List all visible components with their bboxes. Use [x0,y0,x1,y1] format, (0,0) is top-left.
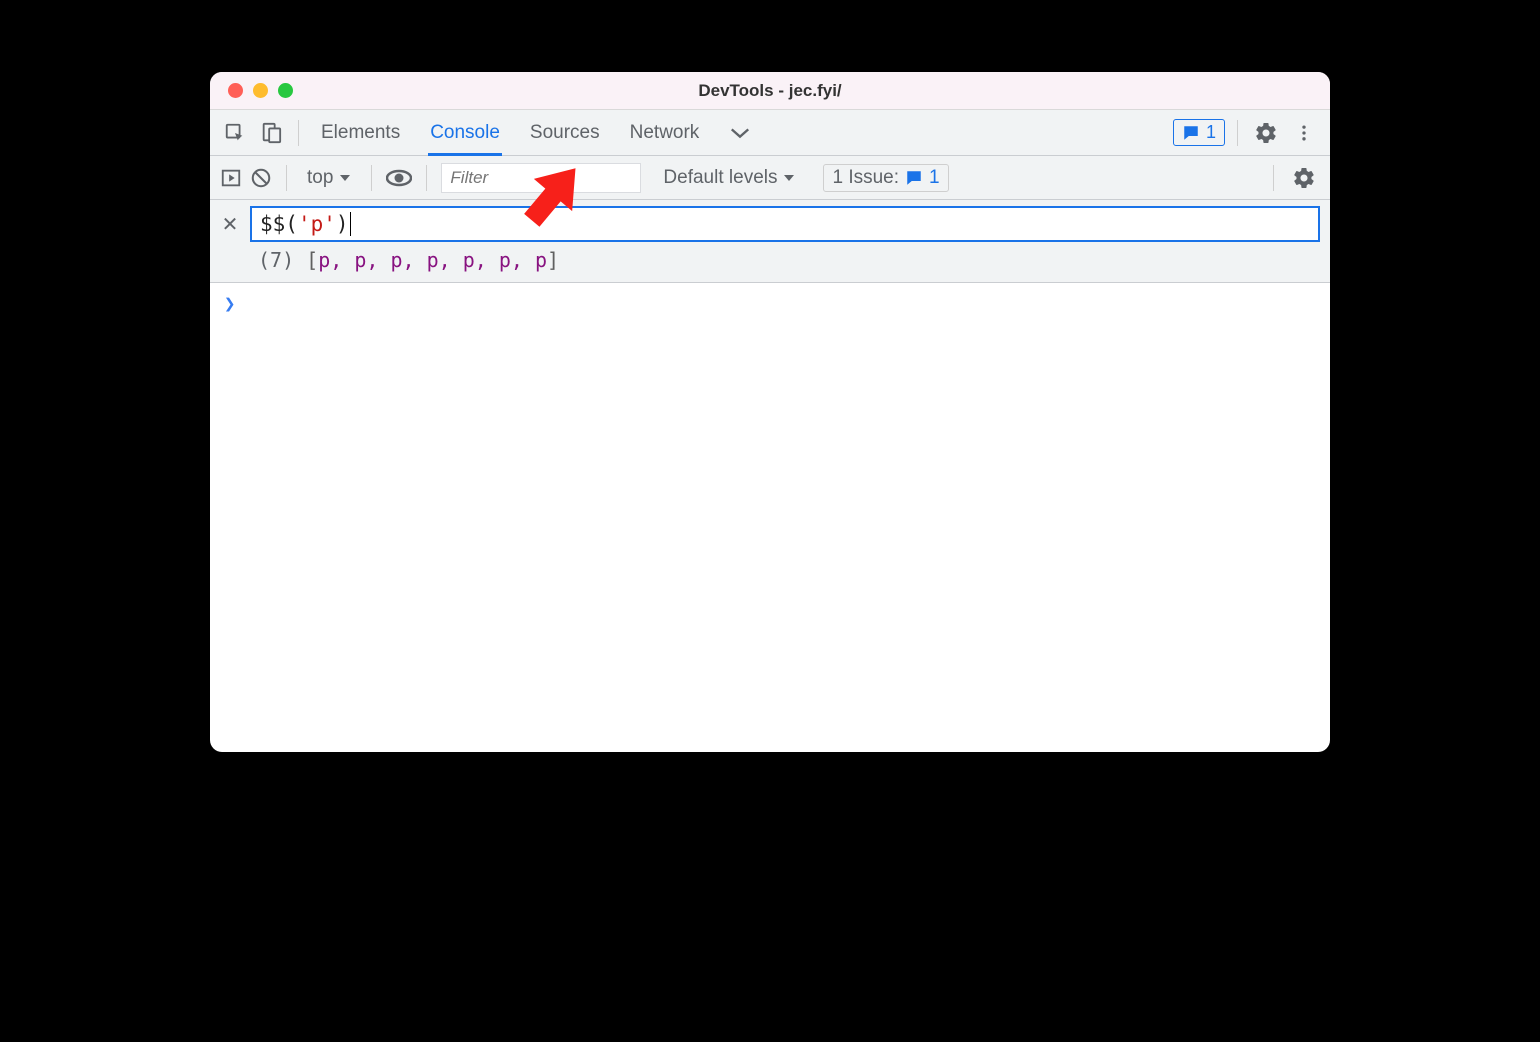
console-toolbar: top Default levels 1 Issue: 1 [210,156,1330,200]
code-fn-close: ) [336,212,349,236]
context-selector[interactable]: top [301,165,357,191]
feedback-icon [905,169,923,187]
traffic-lights [210,83,293,98]
result-items: p, p, p, p, p, p, p [318,248,547,272]
result-close: ] [547,248,559,272]
annotation-arrow-icon [508,150,598,240]
console-settings-icon[interactable] [1288,162,1320,194]
eager-eval-area: ✕ $$('p') (7) [p, p, p, p, p, p, p] [210,200,1330,283]
minimize-window-button[interactable] [253,83,268,98]
maximize-window-button[interactable] [278,83,293,98]
issues-count: 1 [929,167,940,189]
tab-sources[interactable]: Sources [530,110,600,155]
code-fn-open: $$( [260,212,298,236]
devtools-window: DevTools - jec.fyi/ Elements Console Sou… [210,72,1330,752]
window-title: DevTools - jec.fyi/ [210,81,1330,101]
divider [286,165,287,191]
code-string: 'p' [298,212,336,236]
issues-label: 1 Issue: [832,167,899,189]
divider [1237,120,1238,146]
tab-console[interactable]: Console [430,110,500,155]
eager-eval-result: (7) [p, p, p, p, p, p, p] [258,248,1320,272]
feedback-badge[interactable]: 1 [1173,119,1225,146]
live-expression-icon[interactable] [386,168,412,188]
chevron-down-icon [783,173,795,183]
main-toolbar: Elements Console Sources Network 1 [210,110,1330,156]
titlebar: DevTools - jec.fyi/ [210,72,1330,110]
inspect-element-icon[interactable] [220,118,250,148]
levels-label: Default levels [663,167,777,189]
feedback-count: 1 [1206,122,1216,143]
prompt-chevron-icon: ❯ [224,293,235,315]
settings-icon[interactable] [1250,117,1282,149]
log-levels-selector[interactable]: Default levels [663,167,795,189]
panel-tabs: Elements Console Sources Network [321,110,751,155]
close-window-button[interactable] [228,83,243,98]
context-label: top [307,167,333,189]
close-icon[interactable]: ✕ [220,212,240,237]
more-tabs-icon[interactable] [729,110,751,155]
toggle-sidebar-icon[interactable] [220,167,242,189]
divider [1273,165,1274,191]
console-input[interactable]: $$('p') [250,206,1320,242]
text-cursor [350,212,351,236]
divider [298,120,299,146]
issues-button[interactable]: 1 Issue: 1 [823,164,948,192]
chevron-down-icon [339,173,351,183]
device-toolbar-icon[interactable] [256,118,286,148]
divider [426,165,427,191]
result-open: [ [306,248,318,272]
tab-elements[interactable]: Elements [321,110,400,155]
console-prompt-area[interactable]: ❯ [210,283,1330,325]
divider [371,165,372,191]
clear-console-icon[interactable] [250,167,272,189]
result-count: (7) [258,248,294,272]
more-menu-icon[interactable] [1288,117,1320,149]
tab-network[interactable]: Network [630,110,700,155]
